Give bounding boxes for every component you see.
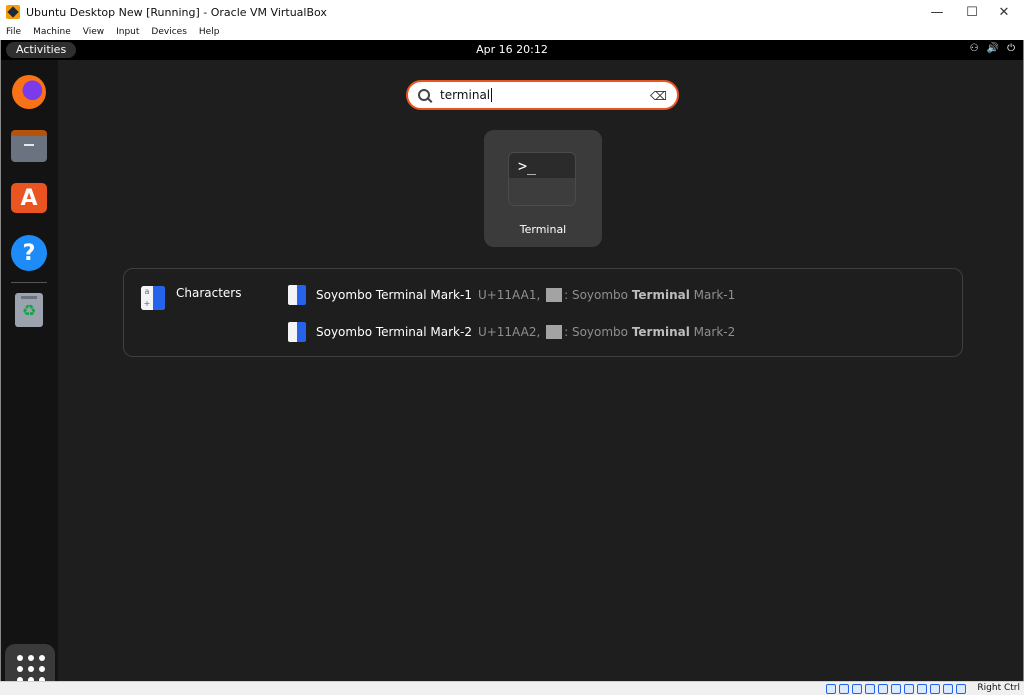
character-result-row[interactable]: Soyombo Terminal Mark-2 U+11AA2, : Soyom…: [288, 321, 735, 343]
usb-status-icon: [878, 684, 888, 694]
audio-status-icon: [852, 684, 862, 694]
menu-help[interactable]: Help: [193, 27, 226, 37]
window-titlebar: Ubuntu Desktop New [Running] - Oracle VM…: [0, 0, 1024, 24]
optical-status-icon: [839, 684, 849, 694]
character-icon: [288, 285, 306, 305]
help-icon: ?: [11, 235, 47, 271]
gnome-top-bar: Activities Apr 16 20:12 ⚇ 🔊 ⏻: [1, 40, 1023, 60]
provider-name[interactable]: Characters: [176, 286, 242, 300]
network-status-icon: [865, 684, 875, 694]
recording-status-icon: [917, 684, 927, 694]
files-dock-item[interactable]: [11, 128, 47, 164]
trash-dock-item[interactable]: ♻: [11, 292, 47, 328]
search-input[interactable]: terminal ⌫: [406, 80, 679, 110]
mouse-status-icon: [943, 684, 953, 694]
character-icon: [288, 322, 306, 342]
storage-status-icon: [826, 684, 836, 694]
character-glyph: [546, 325, 563, 340]
virtualbox-status-bar: Right Ctrl: [0, 681, 1024, 695]
menu-input[interactable]: Input: [110, 27, 145, 37]
dock-separator: [11, 282, 47, 283]
firefox-dock-item[interactable]: [11, 74, 47, 110]
terminal-icon: >_: [508, 152, 576, 206]
character-title: Soyombo Terminal Mark-1: [316, 288, 472, 302]
search-query[interactable]: terminal: [440, 88, 493, 102]
files-icon: [11, 130, 47, 162]
system-tray[interactable]: ⚇ 🔊 ⏻: [970, 43, 1015, 54]
dock: A ? ♻: [1, 60, 58, 681]
host-key-label: Right Ctrl: [977, 683, 1020, 693]
character-title: Soyombo Terminal Mark-2: [316, 325, 472, 339]
app-name-label: Terminal: [519, 223, 567, 236]
clear-search-icon[interactable]: ⌫: [650, 89, 667, 103]
menu-file[interactable]: File: [0, 27, 27, 37]
terminal-app-result[interactable]: >_ Terminal: [484, 130, 602, 247]
network-icon: ⚇: [969, 43, 979, 54]
keyboard-status-icon: [956, 684, 966, 694]
character-description: U+11AA1, : Soyombo Terminal Mark-1: [477, 287, 736, 303]
search-icon: [418, 89, 430, 101]
minimize-button[interactable]: —: [918, 0, 956, 24]
menu-devices[interactable]: Devices: [145, 27, 192, 37]
clock[interactable]: Apr 16 20:12: [1, 43, 1023, 56]
power-icon: ⏻: [1007, 43, 1015, 54]
character-description: U+11AA2, : Soyombo Terminal Mark-2: [477, 324, 736, 340]
shared-folder-status-icon: [891, 684, 901, 694]
characters-app-icon[interactable]: a +: [141, 286, 165, 310]
display-status-icon: [904, 684, 914, 694]
help-dock-item[interactable]: ?: [11, 235, 47, 271]
trash-icon: ♻: [15, 293, 43, 327]
characters-provider-results: a + Characters Soyombo Terminal Mark-1 U+…: [123, 268, 963, 357]
firefox-icon: [12, 75, 46, 109]
show-apps-button[interactable]: [5, 644, 55, 681]
character-glyph: [546, 288, 563, 303]
close-button[interactable]: ✕: [985, 0, 1023, 24]
app-grid-icon: [17, 655, 23, 661]
app-center-dock-item[interactable]: A: [11, 180, 47, 216]
cpu-status-icon: [930, 684, 940, 694]
guest-screen: Activities Apr 16 20:12 ⚇ 🔊 ⏻ A ? ♻ term…: [0, 40, 1024, 681]
window-title: Ubuntu Desktop New [Running] - Oracle VM…: [26, 5, 327, 19]
volume-icon: 🔊: [986, 43, 1000, 54]
menu-bar: File Machine View Input Devices Help: [0, 24, 1024, 40]
menu-machine[interactable]: Machine: [27, 27, 77, 37]
virtualbox-icon: [6, 5, 20, 19]
app-center-icon: A: [11, 183, 47, 213]
device-status-icons[interactable]: [826, 684, 966, 694]
character-result-row[interactable]: Soyombo Terminal Mark-1 U+11AA1, : Soyom…: [288, 284, 735, 306]
menu-view[interactable]: View: [77, 27, 110, 37]
